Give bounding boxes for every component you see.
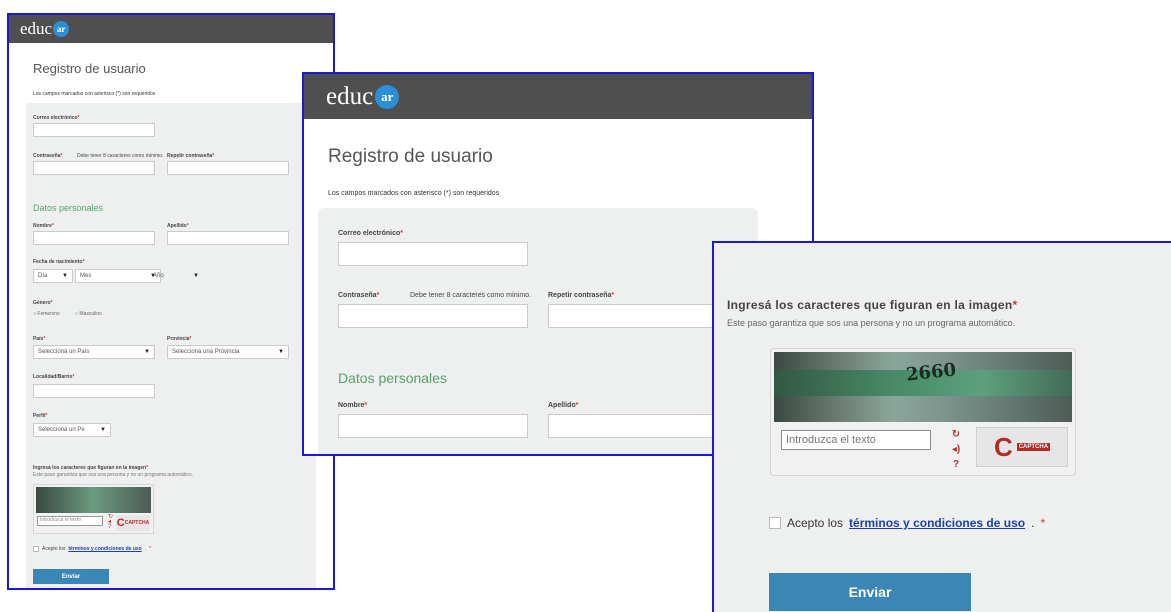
last-name-field[interactable] — [548, 414, 738, 438]
chevron-down-icon: ▼ — [62, 273, 68, 279]
day-select[interactable]: Día ▼ — [33, 269, 73, 283]
password-field[interactable] — [33, 161, 155, 175]
locality-field[interactable] — [33, 384, 155, 398]
email-field[interactable] — [338, 242, 528, 266]
terms-link-small[interactable]: términos y condiciones de uso — [68, 546, 141, 552]
submit-button[interactable]: Enviar — [769, 573, 971, 611]
first-name-field[interactable] — [338, 414, 528, 438]
captcha-image-small — [36, 487, 151, 513]
submit-button-small[interactable]: Enviar — [33, 569, 109, 584]
terms-checkbox[interactable] — [769, 517, 781, 529]
captcha-input[interactable] — [781, 430, 931, 450]
password-label: Contraseña* — [338, 292, 380, 299]
educar-logo[interactable]: educ ar — [20, 19, 70, 39]
email-label: Correo electrónico* — [33, 115, 80, 121]
page-title: Registro de usuario — [33, 61, 146, 76]
captcha-widget-small: Introduzca el texto ↻ ◂? C CAPTCHA — [33, 484, 154, 534]
captcha-brand-small: C CAPTCHA — [116, 515, 150, 531]
province-label: Provincia* — [167, 336, 192, 342]
personal-data-heading: Datos personales — [338, 370, 447, 386]
terms-checkbox-small[interactable] — [33, 546, 39, 552]
repeat-password-label: Repetir contraseña* — [167, 153, 215, 159]
registration-page-thumbnail: educ ar Registro de usuario Los campos ma… — [7, 13, 335, 590]
repeat-password-field[interactable] — [167, 161, 289, 175]
captcha-controls-small[interactable]: ↻ ◂? — [108, 514, 113, 530]
personal-data-heading: Datos personales — [33, 203, 104, 213]
email-label: Correo electrónico* — [338, 230, 403, 237]
captcha-subtitle-small: Este paso garantiza que sos una persona … — [33, 472, 194, 478]
educar-logo[interactable]: educ ar — [326, 83, 400, 111]
logo-badge: ar — [375, 84, 400, 109]
site-header: educ ar — [304, 74, 812, 119]
gender-female-radio[interactable]: ○ Femenino — [33, 311, 60, 317]
terms-link[interactable]: términos y condiciones de uso — [849, 516, 1025, 530]
recaptcha-logo: C CAPTCHA — [976, 427, 1068, 467]
password-field[interactable] — [338, 304, 528, 328]
logo-badge: ar — [53, 21, 70, 37]
password-label: Contraseña* — [33, 153, 63, 159]
chevron-down-icon: ▼ — [278, 349, 284, 355]
captcha-title: Ingresá los caracteres que figuran en la… — [727, 298, 1018, 312]
repeat-password-label: Repetir contraseña* — [548, 292, 615, 299]
gender-male-radio[interactable]: ○ Masculino — [75, 311, 102, 317]
email-field[interactable] — [33, 123, 155, 137]
country-select[interactable]: Seleccioná un País ▼ — [33, 345, 155, 359]
required-note: Los campos marcados con asterisco (*) so… — [328, 190, 500, 197]
captcha-subtitle: Este paso garantiza que sos una persona … — [727, 318, 1016, 328]
captcha-title-small: Ingresá los caracteres que figuran en la… — [33, 465, 149, 471]
captcha-widget: 2660 ↻ ◂) ? C CAPTCHA — [770, 348, 1076, 476]
locality-label: Localidad/Barrio* — [33, 374, 75, 380]
profile-select[interactable]: Seleccioná un Pe ▼ — [33, 423, 111, 437]
last-name-label: Apellido* — [548, 402, 579, 409]
country-label: País* — [33, 336, 46, 342]
chevron-down-icon: ▼ — [193, 273, 199, 279]
birth-date-label: Fecha de nacimiento* — [33, 259, 85, 265]
captcha-logo-icon: C — [993, 432, 1013, 462]
captcha-zoom: Ingresá los caracteres que figuran en la… — [712, 241, 1171, 612]
gender-label: Género* — [33, 300, 53, 306]
password-hint: Debe tener 8 caracteres como mínimo. — [410, 292, 531, 299]
profile-label: Perfil* — [33, 413, 48, 419]
chevron-down-icon: ▼ — [144, 349, 150, 355]
captcha-image: 2660 — [774, 352, 1072, 422]
first-name-label: Nombre* — [33, 223, 54, 229]
terms-row-small: Acepto los términos y condiciones de uso… — [33, 546, 151, 552]
captcha-input-small[interactable]: Introduzca el texto — [37, 516, 103, 526]
site-header: educ ar — [9, 15, 333, 43]
repeat-password-field[interactable] — [548, 304, 738, 328]
year-select[interactable]: Año ▼ — [149, 269, 203, 283]
last-name-field[interactable] — [167, 231, 289, 245]
audio-icon[interactable]: ◂) — [952, 444, 960, 455]
last-name-label: Apellido* — [167, 223, 189, 229]
chevron-down-icon: ▼ — [100, 427, 106, 433]
first-name-label: Nombre* — [338, 402, 368, 409]
refresh-icon[interactable]: ↻ — [952, 429, 960, 440]
captcha-controls: ↻ ◂) ? — [945, 427, 967, 473]
password-hint: Debe tener 8 caracteres como mínimo. — [77, 153, 164, 159]
first-name-field[interactable] — [33, 231, 155, 245]
page-title: Registro de usuario — [328, 146, 493, 167]
province-select[interactable]: Seleccioná una Provincia ▼ — [167, 345, 289, 359]
help-icon[interactable]: ? — [953, 460, 959, 470]
required-note: Los campos marcados con asterisco (*) so… — [33, 91, 156, 97]
terms-row: Acepto los términos y condiciones de uso… — [769, 516, 1045, 530]
